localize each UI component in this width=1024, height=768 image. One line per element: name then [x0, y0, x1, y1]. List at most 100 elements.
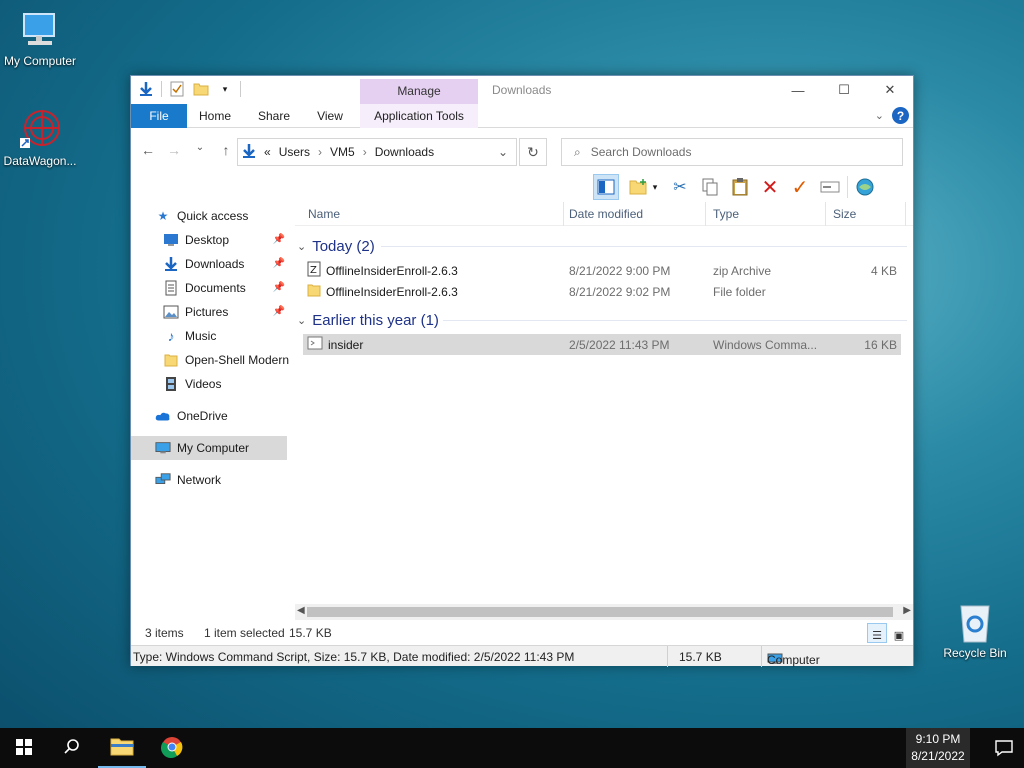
cut-button[interactable]: ✂	[667, 174, 693, 200]
file-type: File folder	[713, 284, 766, 299]
nav-downloads[interactable]: Downloads 📌	[163, 252, 287, 276]
address-dropdown-icon[interactable]: ⌄	[498, 145, 508, 159]
details-divider	[667, 646, 668, 667]
nav-quick-access[interactable]: ★ Quick access	[155, 204, 315, 228]
column-divider[interactable]	[563, 202, 564, 226]
column-header-date[interactable]: Date modified	[569, 202, 643, 226]
globe-button[interactable]	[852, 174, 878, 200]
file-name: OfflineInsiderEnroll-2.6.3	[326, 284, 458, 299]
documents-icon	[163, 280, 179, 296]
search-button[interactable]	[48, 728, 96, 768]
clock-time: 9:10 PM	[915, 732, 961, 746]
column-divider[interactable]	[905, 202, 906, 226]
datawagon-logo-icon	[18, 108, 62, 152]
details-location-label: Computer	[767, 653, 820, 667]
expand-ribbon-icon[interactable]: ⌄	[875, 109, 884, 122]
preview-pane-button[interactable]	[593, 174, 619, 200]
group-header-today[interactable]: ⌄ Today (2)	[297, 234, 907, 258]
nav-documents[interactable]: Documents 📌	[163, 276, 287, 300]
details-view-button[interactable]: ☰	[867, 623, 887, 643]
nav-pictures[interactable]: Pictures 📌	[163, 300, 287, 324]
rename-button[interactable]	[817, 174, 843, 200]
pin-icon: 📌	[272, 306, 285, 317]
breadcrumb-users[interactable]: Users	[279, 145, 310, 159]
breadcrumb-downloads[interactable]: Downloads	[375, 145, 434, 159]
forward-arrow-icon[interactable]: →	[167, 142, 181, 158]
refresh-button[interactable]: ↻	[519, 138, 547, 166]
tab-share[interactable]: Share	[253, 104, 295, 128]
action-center-button[interactable]	[994, 738, 1014, 758]
new-folder-icon[interactable]	[192, 80, 210, 98]
horizontal-scrollbar[interactable]: ◀ ▶	[295, 604, 913, 620]
start-button[interactable]	[0, 728, 48, 768]
search-input[interactable]	[590, 145, 871, 159]
download-arrow-icon[interactable]	[137, 80, 155, 98]
taskbar-chrome[interactable]	[148, 728, 196, 768]
taskbar-file-explorer[interactable]	[98, 728, 146, 768]
column-header-name[interactable]: Name	[308, 202, 340, 226]
large-icons-view-button[interactable]: ▣	[889, 623, 909, 643]
minimize-button[interactable]: —	[775, 76, 821, 104]
nav-open-shell[interactable]: Open-Shell Modern	[163, 348, 289, 372]
column-divider[interactable]	[705, 202, 706, 226]
paste-button[interactable]	[727, 174, 753, 200]
nav-music[interactable]: ♪ Music	[163, 324, 287, 348]
recent-locations-icon[interactable]: ⌄	[193, 142, 207, 158]
tab-home[interactable]: Home	[193, 104, 237, 128]
cloud-icon	[155, 408, 171, 424]
help-icon[interactable]: ?	[892, 107, 909, 124]
table-row[interactable]: OfflineInsiderEnroll-2.6.3 8/21/2022 9:0…	[303, 281, 901, 302]
tab-view[interactable]: View	[311, 104, 349, 128]
nav-desktop[interactable]: Desktop 📌	[163, 228, 287, 252]
apply-button[interactable]: ✓	[787, 174, 813, 200]
tab-application-tools[interactable]: Application Tools	[360, 104, 478, 128]
scrollbar-thumb[interactable]	[307, 607, 893, 617]
file-type: zip Archive	[713, 263, 772, 278]
navigation-pane: ★ Quick access Desktop 📌 Downloads 📌 Doc…	[131, 202, 291, 620]
file-size: 4 KB	[870, 263, 897, 278]
scroll-left-icon[interactable]: ◀	[297, 605, 305, 616]
checkmark-icon: ✓	[791, 176, 809, 199]
large-icons-view-icon: ▣	[893, 630, 905, 642]
breadcrumb-overflow[interactable]: «	[264, 145, 271, 159]
group-header-earlier-this-year[interactable]: ⌄ Earlier this year (1)	[297, 308, 907, 332]
download-arrow-icon	[242, 143, 256, 162]
nav-my-computer[interactable]: My Computer	[131, 436, 287, 460]
close-button[interactable]: ✕	[867, 76, 913, 104]
maximize-button[interactable]: ☐	[821, 76, 867, 104]
file-name: insider	[328, 337, 364, 352]
film-icon	[163, 376, 179, 392]
search-box[interactable]: ⌕	[561, 138, 903, 166]
tab-file[interactable]: File	[131, 104, 187, 128]
nav-network[interactable]: Network	[155, 468, 315, 492]
taskbar-clock[interactable]: 9:10 PM 8/21/2022	[906, 728, 970, 768]
customize-dropdown-icon[interactable]: ▾	[216, 80, 234, 98]
delete-button[interactable]: ✕	[757, 174, 783, 200]
nav-onedrive[interactable]: OneDrive	[155, 404, 315, 428]
back-arrow-icon[interactable]: ←	[141, 142, 155, 158]
file-size: 16 KB	[864, 337, 897, 352]
properties-icon[interactable]	[168, 80, 186, 98]
breadcrumb-vm5[interactable]: VM5	[330, 145, 355, 159]
column-divider[interactable]	[825, 202, 826, 226]
desktop-icon-my-computer[interactable]: My Computer	[0, 8, 80, 68]
table-row-selected[interactable]: insider 2/5/2022 11:43 PM Windows Comma.…	[303, 334, 901, 355]
new-folder-button[interactable]: ▾	[623, 174, 663, 200]
file-list: Name Date modified Type Size ⌄ Today (2)…	[295, 202, 913, 620]
copy-button[interactable]	[697, 174, 723, 200]
windows-logo-icon	[16, 738, 32, 758]
up-arrow-icon[interactable]: ↑	[219, 142, 233, 158]
table-row[interactable]: Z OfflineInsiderEnroll-2.6.3 8/21/2022 9…	[303, 260, 901, 281]
address-bar[interactable]: « Users › VM5 › Downloads ⌄	[237, 138, 517, 166]
nav-label: Documents	[185, 281, 246, 295]
scroll-right-icon[interactable]: ▶	[903, 605, 911, 616]
nav-label: Pictures	[185, 305, 229, 319]
clock-date: 8/21/2022	[911, 749, 965, 763]
group-label: Earlier this year (1)	[312, 311, 439, 329]
column-header-size[interactable]: Size	[833, 202, 856, 226]
column-header-type[interactable]: Type	[713, 202, 739, 226]
nav-videos[interactable]: Videos	[163, 372, 287, 396]
notification-icon	[994, 740, 1014, 761]
desktop-icon-recycle-bin[interactable]: Recycle Bin	[935, 600, 1015, 660]
desktop-icon-datawagon[interactable]: DataWagon...	[0, 108, 80, 168]
